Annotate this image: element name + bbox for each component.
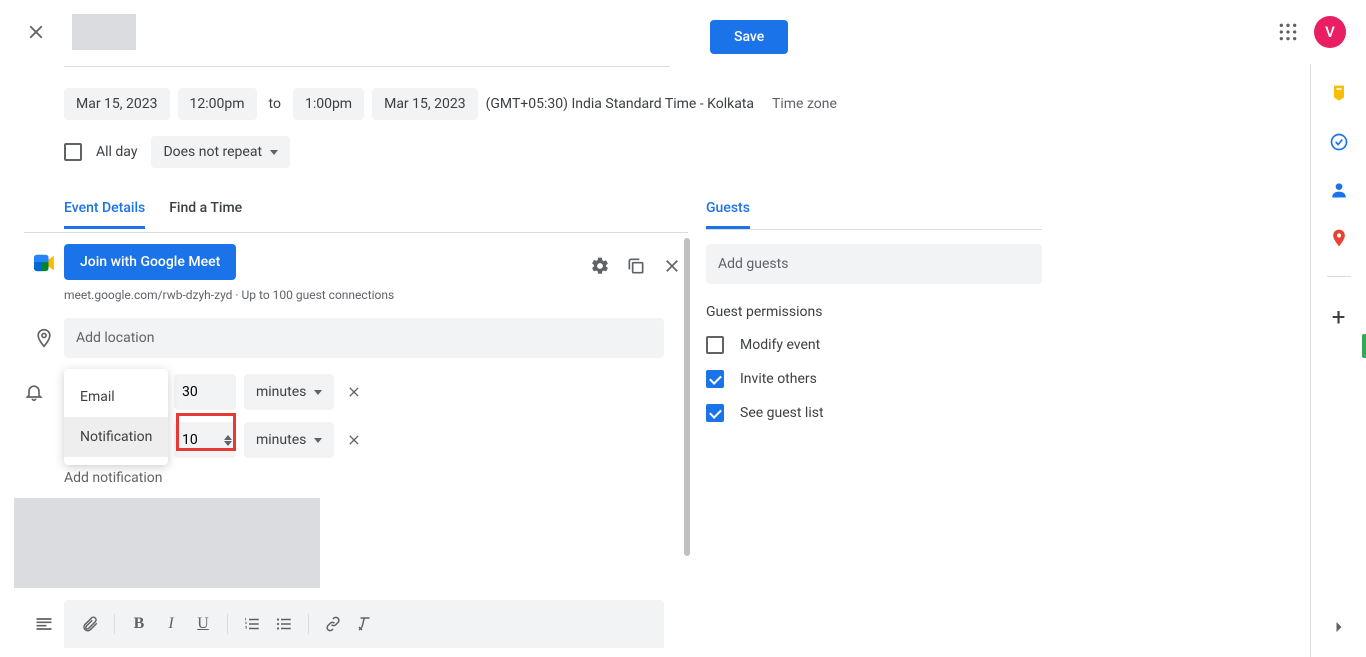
rail-active-indicator	[1362, 334, 1366, 358]
caret-down-icon	[314, 390, 322, 395]
timezone-info: (GMT+05:30) India Standard Time - Kolkat…	[486, 96, 754, 112]
tasks-icon[interactable]	[1329, 132, 1349, 152]
bold-icon[interactable]: B	[125, 610, 153, 638]
end-time-chip[interactable]: 1:00pm	[293, 88, 364, 120]
google-meet-icon	[24, 244, 64, 272]
keep-icon[interactable]	[1329, 84, 1349, 104]
perm-invite-checkbox[interactable]	[706, 370, 724, 388]
to-label: to	[265, 96, 285, 112]
remove-notification-1[interactable]	[342, 380, 366, 404]
left-panel-scrollbar[interactable]	[684, 238, 690, 558]
tab-event-details[interactable]: Event Details	[64, 200, 145, 229]
notification-bell-icon	[24, 382, 44, 406]
timezone-link[interactable]: Time zone	[772, 96, 837, 112]
tab-find-a-time[interactable]: Find a Time	[169, 200, 242, 229]
dropdown-option-notification[interactable]: Notification	[64, 417, 168, 457]
guest-permissions-title: Guest permissions	[706, 304, 1042, 320]
notification-unit-label-1: minutes	[256, 384, 306, 400]
stepper-up-icon[interactable]	[224, 435, 232, 440]
google-apps-icon[interactable]	[1278, 22, 1298, 46]
perm-see-checkbox[interactable]	[706, 404, 724, 422]
perm-modify-label: Modify event	[740, 337, 820, 353]
remove-meet-icon[interactable]	[660, 254, 684, 278]
placeholder-block	[14, 498, 320, 588]
clear-formatting-icon[interactable]	[351, 610, 379, 638]
attach-file-icon[interactable]	[76, 610, 104, 638]
insert-link-icon[interactable]	[319, 610, 347, 638]
perm-modify-checkbox[interactable]	[706, 336, 724, 354]
toolbar-divider	[114, 614, 115, 634]
location-input[interactable]	[64, 318, 664, 358]
location-icon	[24, 318, 64, 348]
all-day-label: All day	[96, 144, 137, 160]
add-guests-input[interactable]	[706, 244, 1042, 284]
save-button[interactable]: Save	[710, 20, 788, 54]
notification-unit-select-1[interactable]: minutes	[244, 374, 334, 410]
numbered-list-icon[interactable]	[238, 610, 266, 638]
perm-invite-label: Invite others	[740, 371, 817, 387]
start-date-chip[interactable]: Mar 15, 2023	[64, 88, 170, 120]
account-avatar[interactable]: V	[1314, 16, 1346, 48]
meet-link-info: meet.google.com/rwb-dzyh-zyd · Up to 100…	[64, 288, 394, 302]
notification-unit-label-2: minutes	[256, 432, 306, 448]
notification-type-dropdown: Email Notification	[64, 369, 168, 465]
notification-value-1[interactable]	[174, 374, 236, 410]
stepper-down-icon[interactable]	[224, 441, 232, 446]
toolbar-divider	[308, 614, 309, 634]
perm-see-label: See guest list	[740, 405, 824, 421]
repeat-label: Does not repeat	[163, 144, 262, 160]
caret-down-icon	[270, 150, 278, 155]
tab-divider	[24, 232, 688, 233]
join-google-meet-button[interactable]: Join with Google Meet	[64, 244, 236, 280]
close-button[interactable]	[24, 20, 48, 44]
end-date-chip[interactable]: Mar 15, 2023	[372, 88, 478, 120]
repeat-dropdown[interactable]: Does not repeat	[151, 136, 290, 168]
description-icon	[24, 600, 64, 634]
title-divider	[64, 66, 670, 67]
add-notification-link[interactable]: Add notification	[64, 470, 688, 486]
start-time-chip[interactable]: 12:00pm	[178, 88, 257, 120]
copy-meet-link-icon[interactable]	[624, 254, 648, 278]
caret-down-icon	[314, 438, 322, 443]
meet-settings-icon[interactable]	[588, 254, 612, 278]
italic-icon[interactable]: I	[157, 610, 185, 638]
contacts-icon[interactable]	[1329, 180, 1349, 200]
collapse-side-panel-icon[interactable]	[1329, 617, 1349, 641]
guests-divider	[706, 229, 1042, 230]
rail-divider	[1327, 276, 1351, 277]
notification-unit-select-2[interactable]: minutes	[244, 422, 334, 458]
toolbar-divider	[227, 614, 228, 634]
get-addons-icon[interactable]: +	[1332, 305, 1346, 329]
guests-tab[interactable]: Guests	[706, 200, 750, 229]
event-title-placeholder[interactable]	[72, 14, 136, 50]
bulleted-list-icon[interactable]	[270, 610, 298, 638]
dropdown-option-email[interactable]: Email	[64, 377, 168, 417]
remove-notification-2[interactable]	[342, 428, 366, 452]
all-day-checkbox[interactable]	[64, 143, 82, 161]
maps-icon[interactable]	[1329, 228, 1349, 248]
underline-icon[interactable]: U	[189, 610, 217, 638]
